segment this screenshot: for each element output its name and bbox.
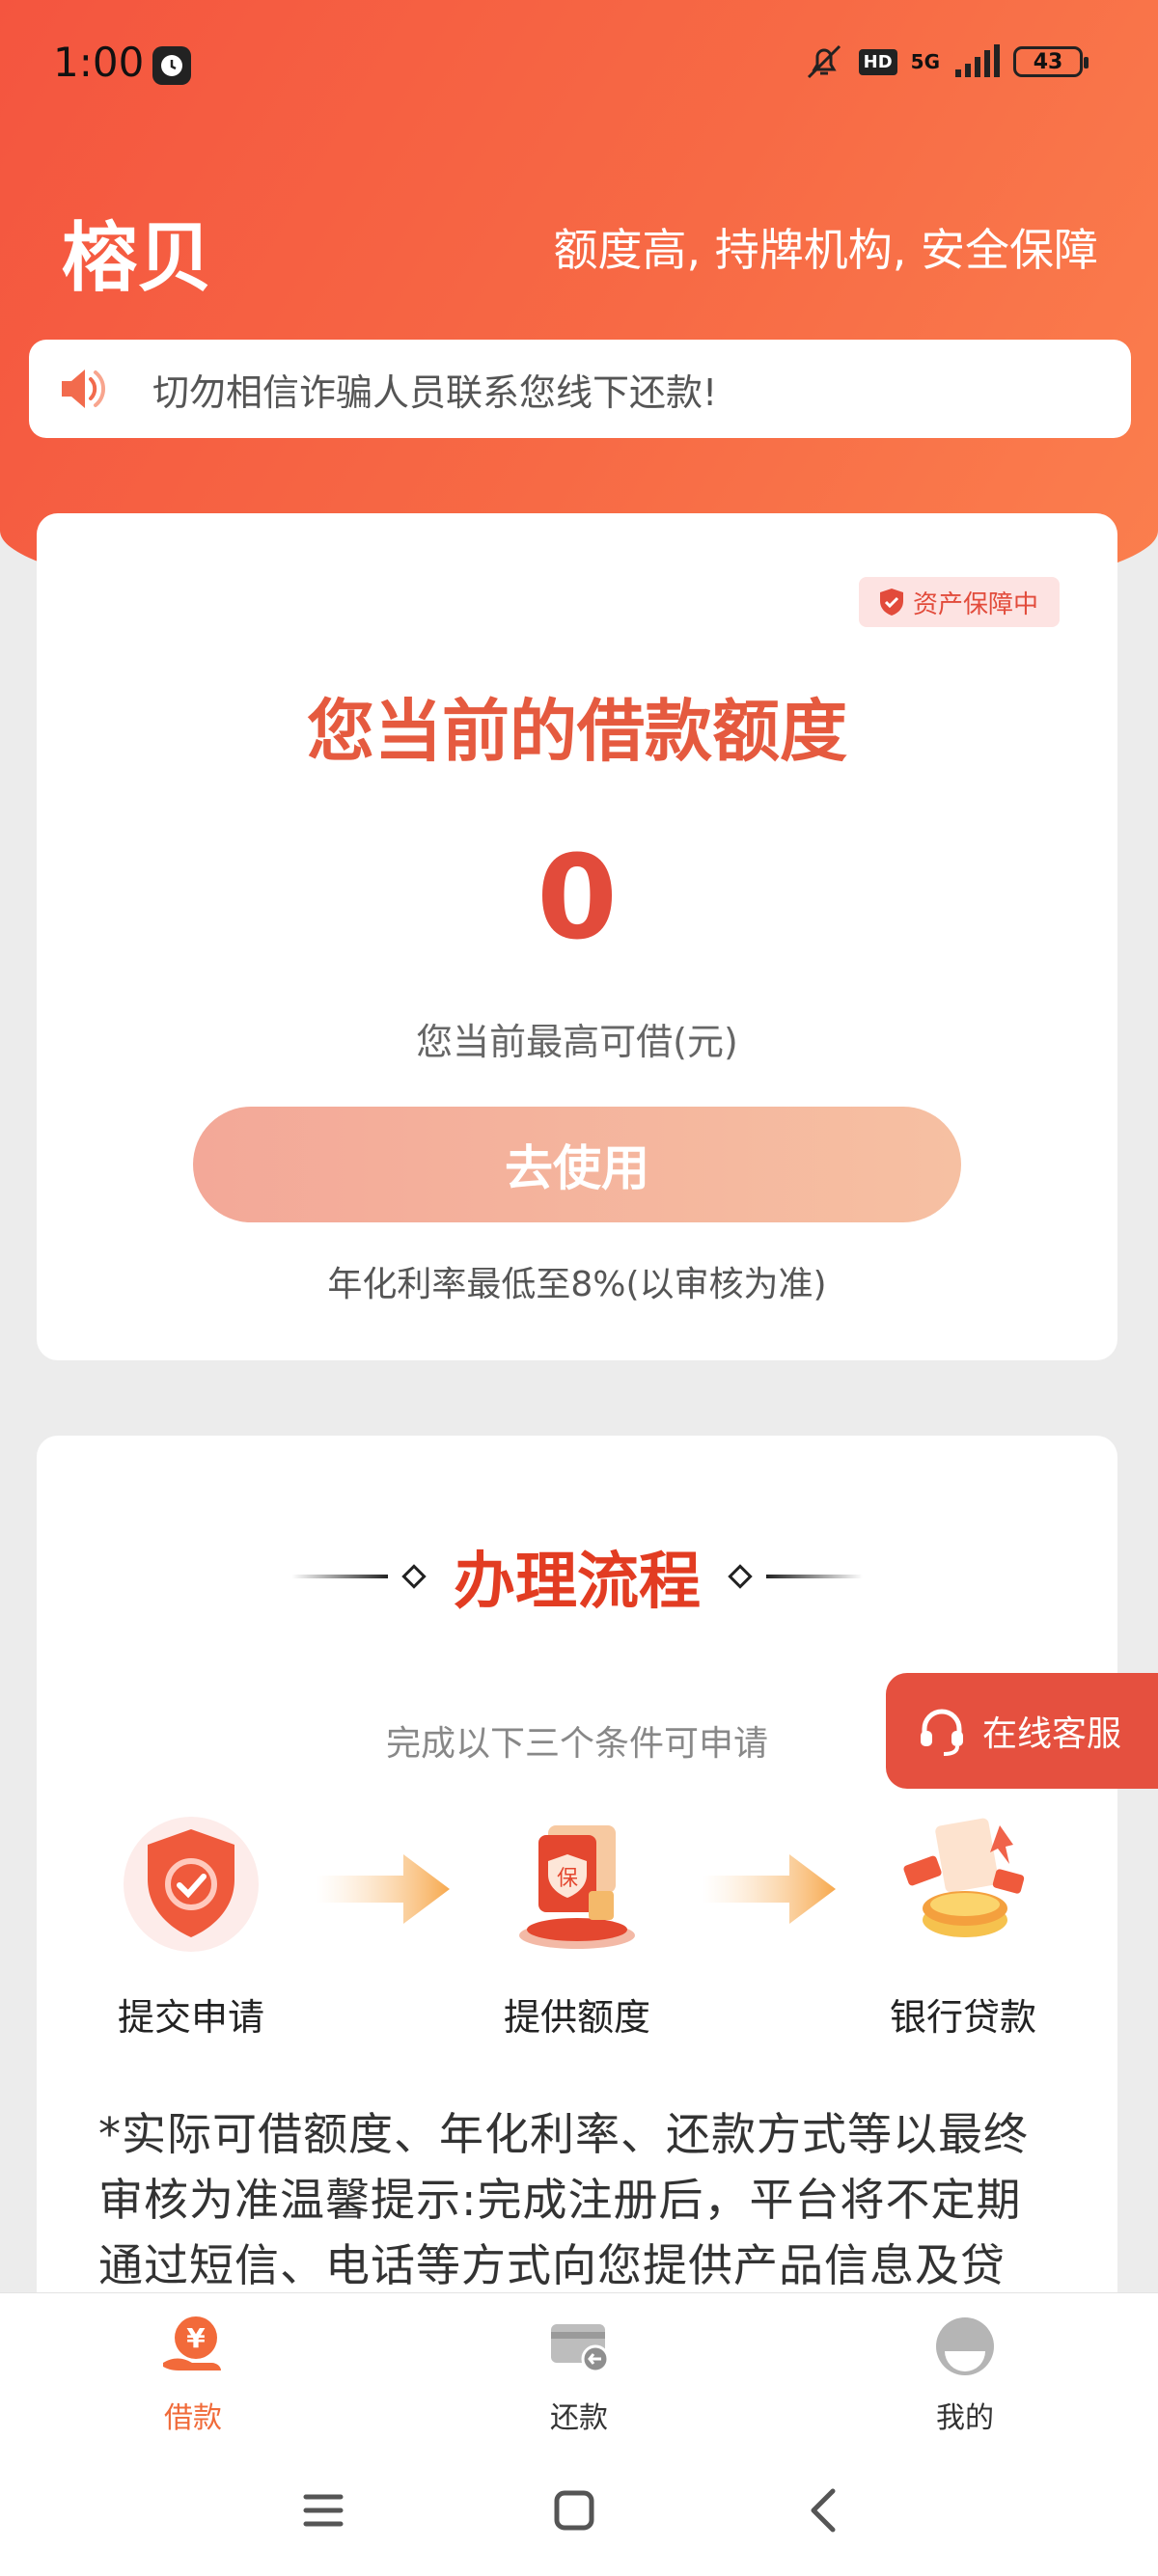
step-bank-loan: 银行贷款: [828, 1812, 1098, 2041]
bottom-tab-bar: ¥ 借款 还款 我的: [0, 2292, 1158, 2437]
badge-label: 资产保障中: [913, 589, 1039, 619]
rate-note: 年化利率最低至8%(以审核为准): [327, 1265, 827, 1304]
loan-limit-card: 资产保障中 您当前的借款额度 0 您当前最高可借(元) 去使用 年化利率最低至8…: [37, 513, 1117, 1360]
menu-icon[interactable]: [294, 2481, 352, 2539]
svg-text:¥: ¥: [186, 2322, 206, 2354]
tab-label: 借款: [164, 2401, 222, 2435]
online-service-button[interactable]: 在线客服: [886, 1673, 1158, 1789]
svg-text:保: 保: [557, 1867, 578, 1891]
arrow-right-icon: [703, 1854, 836, 1924]
process-steps: 提交申请 保 提供额度 银行贷款: [37, 1812, 1117, 2039]
step-label: 提供额度: [503, 1996, 650, 2039]
home-icon[interactable]: [545, 2481, 603, 2539]
status-indicators: HD 5G 43: [803, 42, 1089, 81]
profile-icon: [936, 2317, 994, 2375]
notice-text: 切勿相信诈骗人员联系您线下还款!: [152, 370, 718, 414]
step-quota: 保 提供额度: [442, 1812, 712, 2041]
card-refund-icon: [551, 2324, 610, 2373]
header-slogan: 额度高, 持牌机构, 安全保障: [553, 224, 1099, 276]
mute-bell-icon: [807, 44, 841, 79]
title-decoration: [401, 1564, 427, 1589]
network-label: 5G: [910, 50, 940, 73]
step-label: 银行贷款: [889, 1996, 1036, 2039]
status-bar: 1:00 HD 5G 43: [0, 0, 1158, 130]
arrow-right-icon: [317, 1854, 450, 1924]
title-decoration: [291, 1575, 388, 1578]
title-decoration: [766, 1575, 863, 1578]
tab-mine[interactable]: 我的: [868, 2313, 1062, 2436]
battery-level: 43: [1033, 49, 1063, 74]
battery-icon: 43: [1013, 46, 1089, 77]
limit-heading: 您当前的借款额度: [307, 692, 847, 771]
online-service-label: 在线客服: [982, 1714, 1122, 1754]
step-submit: 提交申请: [56, 1812, 326, 2041]
tab-borrow[interactable]: ¥ 借款: [96, 2313, 290, 2436]
speaker-icon: [62, 370, 106, 408]
headset-icon: [921, 1709, 963, 1756]
limit-amount: 0: [537, 832, 618, 966]
tab-label: 我的: [936, 2401, 994, 2435]
status-time: 1:00: [53, 39, 145, 86]
insurance-card-icon: 保: [519, 1825, 635, 1949]
disclaimer-text: *实际可借额度、年化利率、还款方式等以最终审核为准温馨提示:完成注册后，平台将不…: [98, 2108, 1029, 2291]
process-title-row: 办理流程: [37, 1532, 1117, 1621]
coins-icon: [903, 1818, 1025, 1937]
use-button[interactable]: 去使用: [193, 1107, 961, 1222]
shield-check-icon: [124, 1817, 259, 1952]
clock-app-icon: [152, 46, 191, 85]
limit-sub-label: 您当前最高可借(元): [416, 1021, 738, 1063]
process-card: 办理流程 完成以下三个条件可申请 提交申请 保 提供额度 银行贷款 *实际可借额…: [37, 1436, 1117, 2420]
step-label: 提交申请: [117, 1996, 264, 2039]
asset-protection-badge: 资产保障中: [859, 577, 1060, 627]
system-nav-bar: [0, 2437, 1158, 2576]
tab-repay[interactable]: 还款: [482, 2313, 676, 2436]
shield-icon: [880, 589, 903, 616]
yuan-hand-icon: ¥: [163, 2316, 221, 2370]
back-icon[interactable]: [796, 2481, 854, 2539]
tab-label: 还款: [550, 2401, 608, 2435]
title-decoration: [728, 1564, 753, 1589]
app-title: 榕贝: [62, 215, 213, 302]
hd-badge: HD: [858, 48, 897, 75]
notice-bar[interactable]: 切勿相信诈骗人员联系您线下还款!: [29, 340, 1131, 438]
process-title: 办理流程: [454, 1547, 701, 1618]
signal-icon: [955, 44, 1000, 77]
